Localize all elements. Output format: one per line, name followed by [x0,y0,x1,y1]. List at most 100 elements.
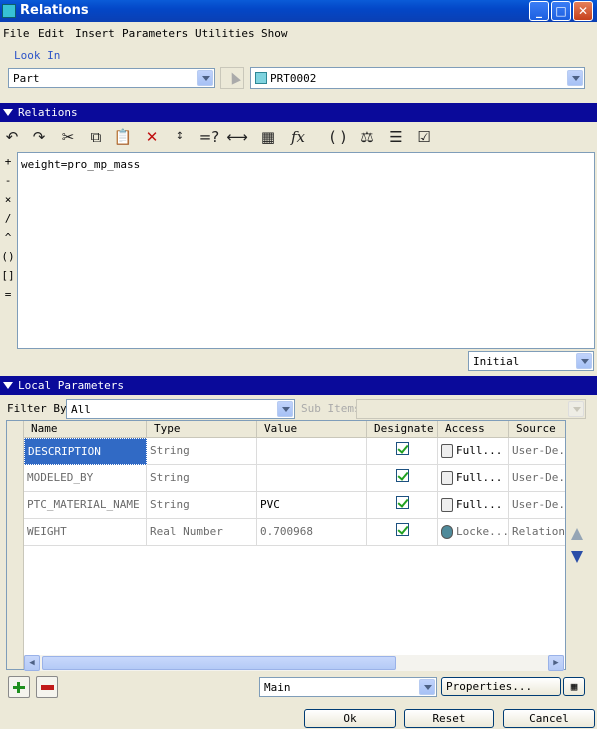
verify-icon[interactable]: ⚖ [356,127,378,147]
cell-type[interactable]: String [147,492,257,519]
menu-insert[interactable]: Insert [75,27,115,40]
delete-icon[interactable]: ✕ [141,127,163,147]
evaluate-icon[interactable]: =? [198,127,220,147]
minimize-button[interactable]: _ [529,1,549,21]
operator-equals[interactable]: = [0,289,16,308]
operator-palette: + - × / ^ () [] = [0,156,16,308]
operator-plus[interactable]: + [0,156,16,175]
column-header-value[interactable]: Value [257,421,367,438]
designate-checkbox[interactable] [396,496,409,509]
horizontal-scrollbar[interactable]: ◀ ▶ [24,655,564,671]
cell-name[interactable]: WEIGHT [24,519,147,546]
local-parameters-section-title: Local Parameters [18,379,124,392]
operator-divide[interactable]: / [0,213,16,232]
sort-icon[interactable]: ↕ [169,127,191,147]
properties-button[interactable]: Properties... [441,677,561,696]
paste-icon[interactable]: 📋 [112,127,134,147]
cell-source[interactable]: User-De... [509,438,565,465]
scroll-thumb[interactable] [42,656,396,670]
cell-value[interactable]: PVC [257,492,367,519]
cell-designate [367,465,438,492]
cell-source[interactable]: User-De... [509,465,565,492]
look-in-type-select[interactable]: Part [8,68,215,88]
copy-icon[interactable]: ⧉ [85,127,107,147]
cancel-button[interactable]: Cancel [503,709,595,728]
operator-parentheses[interactable]: () [0,251,16,270]
scope-select[interactable]: Main [259,677,437,697]
column-header-type[interactable]: Type [147,421,257,438]
cell-value[interactable] [257,438,367,465]
units-icon[interactable]: ☰ [385,127,407,147]
cell-type[interactable]: String [147,465,257,492]
cell-source[interactable]: User-De... [509,492,565,519]
chevron-down-icon[interactable] [576,353,592,369]
move-up-icon[interactable] [571,528,583,540]
grid-view-button[interactable]: ▦ [563,677,585,696]
select-pointer-button[interactable] [220,67,244,89]
local-parameters-section-header[interactable]: Local Parameters [0,376,597,395]
designate-checkbox[interactable] [396,523,409,536]
scroll-left-icon[interactable]: ◀ [24,655,40,671]
cell-name[interactable]: MODELED_BY [24,465,147,492]
remove-parameter-button[interactable] [36,676,58,698]
cell-type[interactable]: String [147,438,257,465]
cell-access[interactable]: Full... [438,465,509,492]
cell-access[interactable]: Full... [438,492,509,519]
operator-minus[interactable]: - [0,175,16,194]
menu-show[interactable]: Show [261,27,288,40]
cell-name[interactable]: DESCRIPTION [24,438,147,465]
scroll-right-icon[interactable]: ▶ [548,655,564,671]
cell-type[interactable]: Real Number [147,519,257,546]
add-parameter-button[interactable] [8,676,30,698]
column-header-source[interactable]: Source [509,421,565,438]
menu-edit[interactable]: Edit [38,27,65,40]
relations-section-header[interactable]: Relations [0,103,597,122]
relations-editor[interactable]: weight=pro_mp_mass [17,152,595,349]
app-icon [2,4,16,18]
designate-checkbox[interactable] [396,469,409,482]
cell-name[interactable]: PTC_MATERIAL_NAME [24,492,147,519]
column-header-designate[interactable]: Designate [367,421,438,438]
reset-button[interactable]: Reset [404,709,494,728]
maximize-button[interactable]: □ [551,1,571,21]
designate-checkbox[interactable] [396,442,409,455]
look-in-object-select[interactable]: PRT0002 [250,67,585,89]
chevron-down-icon[interactable] [197,70,213,86]
cell-value[interactable]: 0.700968 [257,519,367,546]
operator-multiply[interactable]: × [0,194,16,213]
relation-mode-select[interactable]: Initial [468,351,594,371]
relations-section-title: Relations [18,106,78,119]
check-icon[interactable]: ☑ [413,127,435,147]
chevron-down-icon[interactable] [567,70,583,86]
column-header-name[interactable]: Name [24,421,147,438]
access-text: Locke... [456,525,509,538]
operator-power[interactable]: ^ [0,232,16,251]
menu-parameters[interactable]: Parameters [122,27,188,40]
close-button[interactable]: ✕ [573,1,593,21]
redo-icon[interactable]: ↷ [28,127,50,147]
filter-by-select[interactable]: All [66,399,295,419]
ok-button[interactable]: Ok [304,709,396,728]
chevron-down-icon[interactable] [419,679,435,695]
chevron-down-icon[interactable] [277,401,293,417]
undo-icon[interactable]: ↶ [1,127,23,147]
move-down-icon[interactable] [571,551,583,563]
operator-brackets[interactable]: [] [0,270,16,289]
menu-file[interactable]: File [3,27,30,40]
measure-icon[interactable]: ⟷ [226,127,248,147]
sub-items-select[interactable] [356,399,586,419]
title-bar[interactable]: Relations _ □ ✕ [0,0,597,22]
cell-value[interactable] [257,465,367,492]
cell-source[interactable]: Relation [509,519,565,546]
function-icon[interactable]: fx [287,127,309,147]
column-header-access[interactable]: Access [438,421,509,438]
parentheses-icon[interactable]: ( ) [327,127,349,147]
access-text: Full... [456,498,503,511]
cell-access[interactable]: Locke... [438,519,509,546]
menu-utilities[interactable]: Utilities [195,27,255,40]
relations-text: weight=pro_mp_mass [21,158,141,171]
parameter-icon[interactable]: ▦ [257,127,279,147]
cut-icon[interactable]: ✂ [57,127,79,147]
window-title: Relations [20,3,89,18]
cell-access[interactable]: Full... [438,438,509,465]
